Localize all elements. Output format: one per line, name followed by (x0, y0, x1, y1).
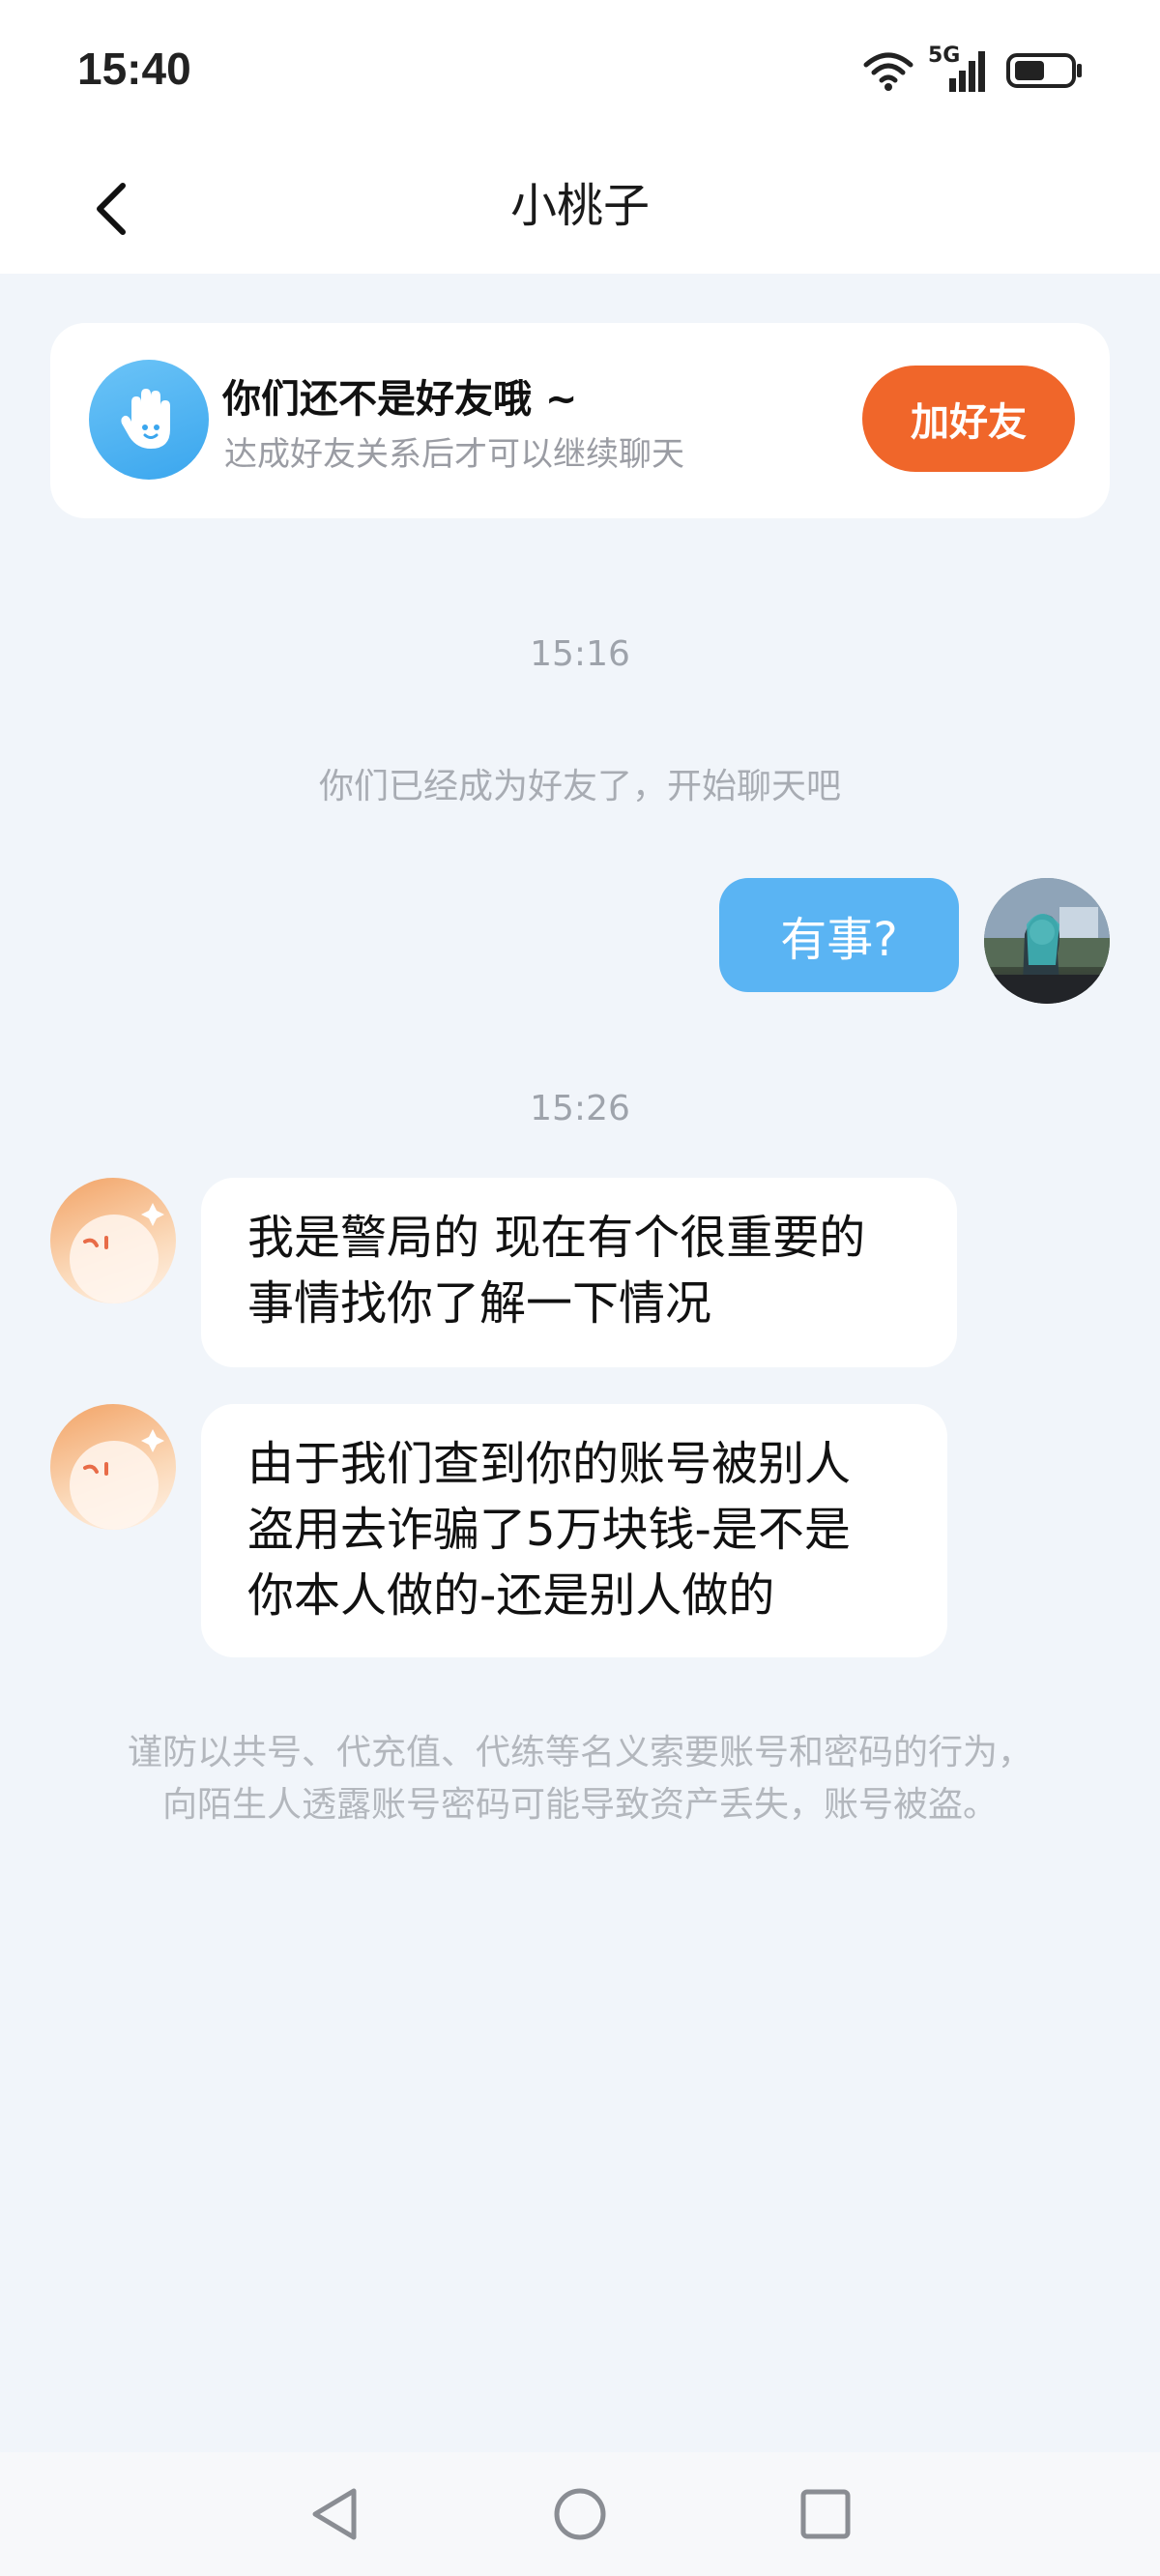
chat-title: 小桃子 (509, 179, 650, 233)
message-line: 盗用去诈骗了5万块钱-是不是 (247, 1503, 851, 1557)
nav-home-button[interactable] (549, 2483, 611, 2545)
nav-recents-button[interactable] (795, 2483, 856, 2545)
wifi-icon (863, 52, 914, 91)
card-subtitle: 达成好友关系后才可以继续聊天 (224, 435, 684, 474)
message-line: 我是警局的 现在有个很重要的 (247, 1211, 866, 1265)
safety-notice: 谨防以共号、代充值、代练等名义索要账号和密码的行为，向陌生人透露账号密码可能导致… (127, 1733, 1032, 1825)
system-navigation-bar (0, 2452, 1160, 2576)
status-icons: 5G (862, 44, 1085, 95)
waving-hand-icon (89, 360, 209, 480)
incoming-message-bubble[interactable]: 由于我们查到你的账号被别人 盗用去诈骗了5万块钱-是不是 你本人做的-还是别人做… (201, 1404, 947, 1657)
signal-icon: 5G (928, 44, 992, 94)
friend-request-card: 你们还不是好友哦 ~ 达成好友关系后才可以继续聊天 加好友 (50, 323, 1110, 518)
message-line: 由于我们查到你的账号被别人 (247, 1437, 852, 1491)
nav-back-icon (312, 2488, 357, 2540)
avatar[interactable] (50, 1404, 176, 1530)
status-bar: 15:40 5G (0, 0, 1160, 140)
timestamp: 15:26 (530, 1089, 630, 1128)
card-title: 你们还不是好友哦 ~ (222, 377, 578, 422)
battery-icon (1006, 53, 1082, 88)
nav-back-button[interactable] (304, 2483, 365, 2545)
add-friend-button[interactable]: 加好友 (862, 366, 1075, 472)
outgoing-message-bubble[interactable]: 有事? (719, 878, 959, 992)
nav-home-icon (554, 2488, 606, 2540)
avatar[interactable] (984, 878, 1110, 1004)
timestamp: 15:16 (530, 634, 630, 674)
message-line: 事情找你了解一下情况 (247, 1276, 712, 1331)
nav-recents-icon (800, 2489, 851, 2539)
incoming-message-bubble[interactable]: 我是警局的 现在有个很重要的 事情找你了解一下情况 (201, 1178, 957, 1367)
message-line: 你本人做的-还是别人做的 (247, 1568, 775, 1623)
status-time: 15:40 (77, 44, 191, 94)
system-message: 你们已经成为好友了，开始聊天吧 (318, 767, 841, 806)
avatar[interactable] (50, 1178, 176, 1303)
chat-header: 小桃子 (0, 140, 1160, 274)
